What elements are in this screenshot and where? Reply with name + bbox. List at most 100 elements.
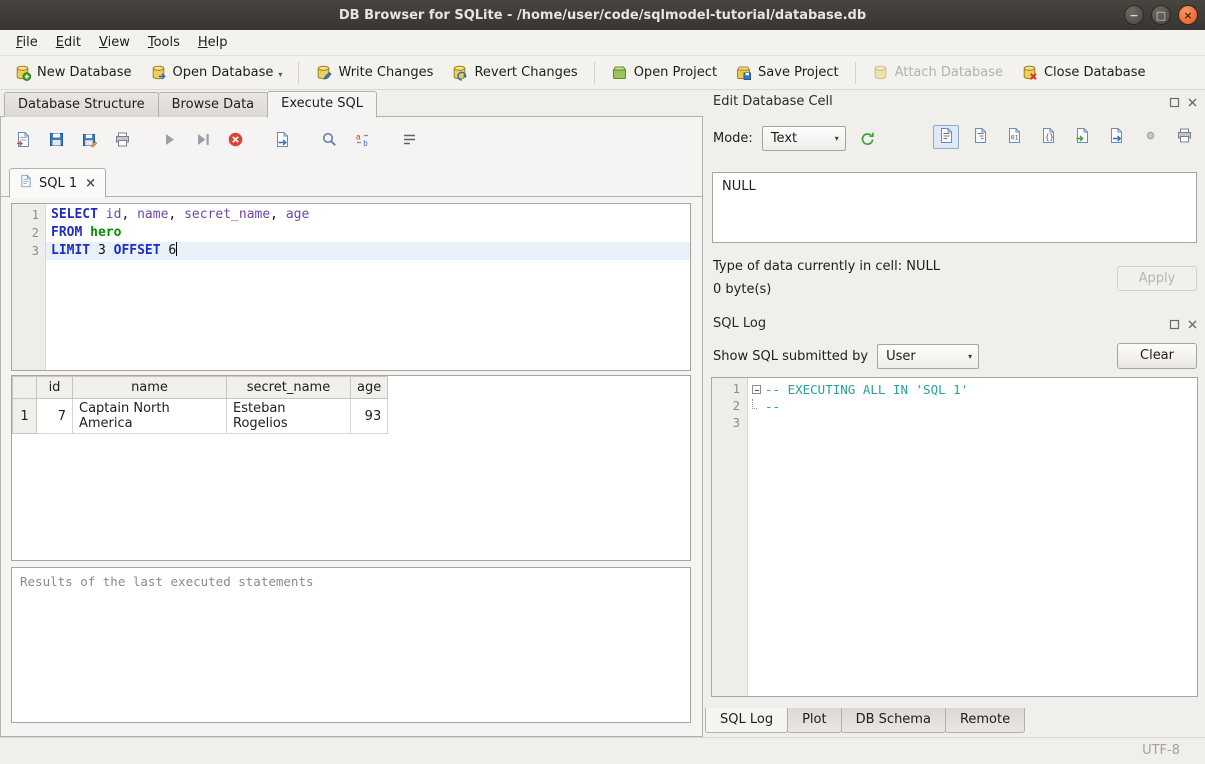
bottom-tab-sql-log[interactable]: SQL Log bbox=[705, 708, 788, 733]
menu-view[interactable]: View bbox=[90, 32, 139, 53]
save-as-button[interactable] bbox=[77, 129, 101, 153]
word-wrap-button[interactable] bbox=[397, 129, 421, 153]
close-button[interactable]: × bbox=[1178, 5, 1198, 25]
log-line: -- bbox=[752, 398, 1197, 415]
save-project-button[interactable]: Save Project bbox=[727, 60, 847, 85]
tab-database-structure[interactable]: Database Structure bbox=[4, 92, 159, 117]
table-cell[interactable]: Esteban Rogelios bbox=[227, 399, 351, 434]
json-view-button[interactable]: {} bbox=[1035, 125, 1061, 149]
results-table[interactable]: idnamesecret_nameage 17Captain North Ame… bbox=[11, 375, 691, 561]
set-null-button[interactable] bbox=[1137, 125, 1163, 149]
close-icon[interactable] bbox=[1186, 96, 1198, 108]
menu-help[interactable]: Help bbox=[189, 32, 237, 53]
find-button[interactable] bbox=[317, 129, 341, 153]
svg-text:{}: {} bbox=[1045, 132, 1054, 141]
float-icon[interactable] bbox=[1168, 96, 1180, 108]
tab-execute-sql[interactable]: Execute SQL bbox=[267, 91, 377, 118]
cell-type-info: Type of data currently in cell: NULL bbox=[713, 259, 940, 274]
bottom-tab-remote[interactable]: Remote bbox=[945, 708, 1025, 733]
save-sql-button[interactable] bbox=[44, 129, 68, 153]
attach-database-button[interactable]: Attach Database bbox=[864, 60, 1011, 85]
cell-editor[interactable]: NULL bbox=[712, 172, 1197, 243]
auto-mode-button[interactable] bbox=[855, 126, 881, 150]
close-tab-icon[interactable]: × bbox=[83, 176, 96, 191]
maximize-button[interactable]: □ bbox=[1151, 5, 1171, 25]
mode-select[interactable]: Text ▾ bbox=[762, 126, 846, 151]
clear-button[interactable]: Clear bbox=[1117, 343, 1197, 369]
log-text: -- EXECUTING ALL IN 'SQL 1' bbox=[765, 381, 968, 398]
table-cell[interactable]: Captain North America bbox=[73, 399, 227, 434]
line-number: 1 bbox=[712, 381, 740, 398]
sql-tab[interactable]: SQL 1 × bbox=[9, 168, 106, 198]
menu-file[interactable]: File bbox=[7, 32, 47, 53]
sql-tab-bar: SQL 1 × bbox=[1, 167, 702, 197]
bottom-tab-plot[interactable]: Plot bbox=[787, 708, 842, 733]
open-project-button[interactable]: Open Project bbox=[603, 60, 725, 85]
text-view-button[interactable] bbox=[933, 125, 959, 149]
write-changes-button[interactable]: Write Changes bbox=[307, 60, 441, 85]
rtl-text-button[interactable] bbox=[967, 125, 993, 149]
replace-icon: ab bbox=[354, 131, 371, 152]
column-header-id[interactable]: id bbox=[37, 377, 73, 399]
sql-log-view[interactable]: 123 -- EXECUTING ALL IN 'SQL 1'-- bbox=[711, 377, 1198, 697]
code-line[interactable]: FROM hero bbox=[46, 224, 690, 242]
line-number: 3 bbox=[712, 415, 740, 432]
execute-line-button[interactable] bbox=[190, 129, 214, 153]
print-button[interactable] bbox=[1171, 125, 1197, 149]
column-header-age[interactable]: age bbox=[351, 377, 388, 399]
revert-changes-button[interactable]: Revert Changes bbox=[443, 60, 585, 85]
table-cell[interactable]: 93 bbox=[351, 399, 388, 434]
sql-file-icon bbox=[19, 174, 33, 192]
revert-changes-icon bbox=[451, 64, 468, 81]
sql-token: hero bbox=[90, 225, 121, 240]
export-results-button[interactable] bbox=[270, 129, 294, 153]
column-header-name[interactable]: name bbox=[73, 377, 227, 399]
replace-button[interactable]: ab bbox=[350, 129, 374, 153]
column-header-secret_name[interactable]: secret_name bbox=[227, 377, 351, 399]
tab-browse-data[interactable]: Browse Data bbox=[158, 92, 269, 117]
import-data-button[interactable] bbox=[1069, 125, 1095, 149]
new-database-button[interactable]: New Database bbox=[6, 60, 140, 85]
svg-text:01: 01 bbox=[1010, 133, 1018, 141]
print-button[interactable] bbox=[110, 129, 134, 153]
log-filter-value: User bbox=[886, 349, 916, 364]
menu-tools[interactable]: Tools bbox=[139, 32, 189, 53]
left-pane: Database StructureBrowse DataExecute SQL… bbox=[0, 90, 703, 737]
editor-code[interactable]: SELECT id, name, secret_name, ageFROM he… bbox=[46, 204, 690, 370]
open-database-button[interactable]: Open Database▾ bbox=[142, 60, 291, 85]
table-cell[interactable]: 7 bbox=[37, 399, 73, 434]
open-sql-button[interactable] bbox=[11, 129, 35, 153]
chevron-down-icon[interactable]: ▾ bbox=[278, 70, 282, 81]
main-area: Database StructureBrowse DataExecute SQL… bbox=[0, 90, 1205, 737]
apply-button[interactable]: Apply bbox=[1117, 266, 1197, 291]
menu-edit[interactable]: Edit bbox=[47, 32, 90, 53]
table-row: 17Captain North AmericaEsteban Rogelios9… bbox=[13, 399, 388, 434]
minimize-button[interactable]: − bbox=[1124, 5, 1144, 25]
code-line[interactable]: SELECT id, name, secret_name, age bbox=[46, 206, 690, 224]
right-pane: Edit Database Cell Mode: Text ▾ 01{} NUL… bbox=[703, 90, 1205, 737]
text-view-icon bbox=[938, 127, 955, 148]
log-filter-select[interactable]: User ▾ bbox=[877, 344, 979, 369]
stop-button[interactable] bbox=[223, 129, 247, 153]
binary-view-button[interactable]: 01 bbox=[1001, 125, 1027, 149]
save-as-icon bbox=[81, 131, 98, 152]
sql-editor[interactable]: 123 SELECT id, name, secret_name, ageFRO… bbox=[11, 203, 691, 371]
close-database-button[interactable]: Close Database bbox=[1013, 60, 1154, 85]
svg-text:b: b bbox=[363, 139, 368, 148]
log-gutter: 123 bbox=[712, 378, 748, 696]
sql-token: name bbox=[137, 207, 168, 222]
code-line[interactable]: LIMIT 3 OFFSET 6 bbox=[46, 242, 690, 260]
execute-all-button[interactable] bbox=[157, 129, 181, 153]
project-save-icon bbox=[735, 64, 752, 81]
float-icon[interactable] bbox=[1168, 318, 1180, 330]
log-line: -- EXECUTING ALL IN 'SQL 1' bbox=[752, 381, 1197, 398]
bottom-tab-db-schema[interactable]: DB Schema bbox=[841, 708, 946, 733]
sql-token: , bbox=[270, 207, 286, 222]
close-icon[interactable] bbox=[1186, 318, 1198, 330]
fold-marker-icon[interactable] bbox=[752, 385, 761, 394]
results-message-pane[interactable]: Results of the last executed statements bbox=[11, 567, 691, 723]
export-data-button[interactable] bbox=[1103, 125, 1129, 149]
main-tab-bar: Database StructureBrowse DataExecute SQL bbox=[0, 90, 376, 117]
chevron-down-icon: ▾ bbox=[968, 352, 972, 361]
text-caret bbox=[176, 242, 177, 256]
